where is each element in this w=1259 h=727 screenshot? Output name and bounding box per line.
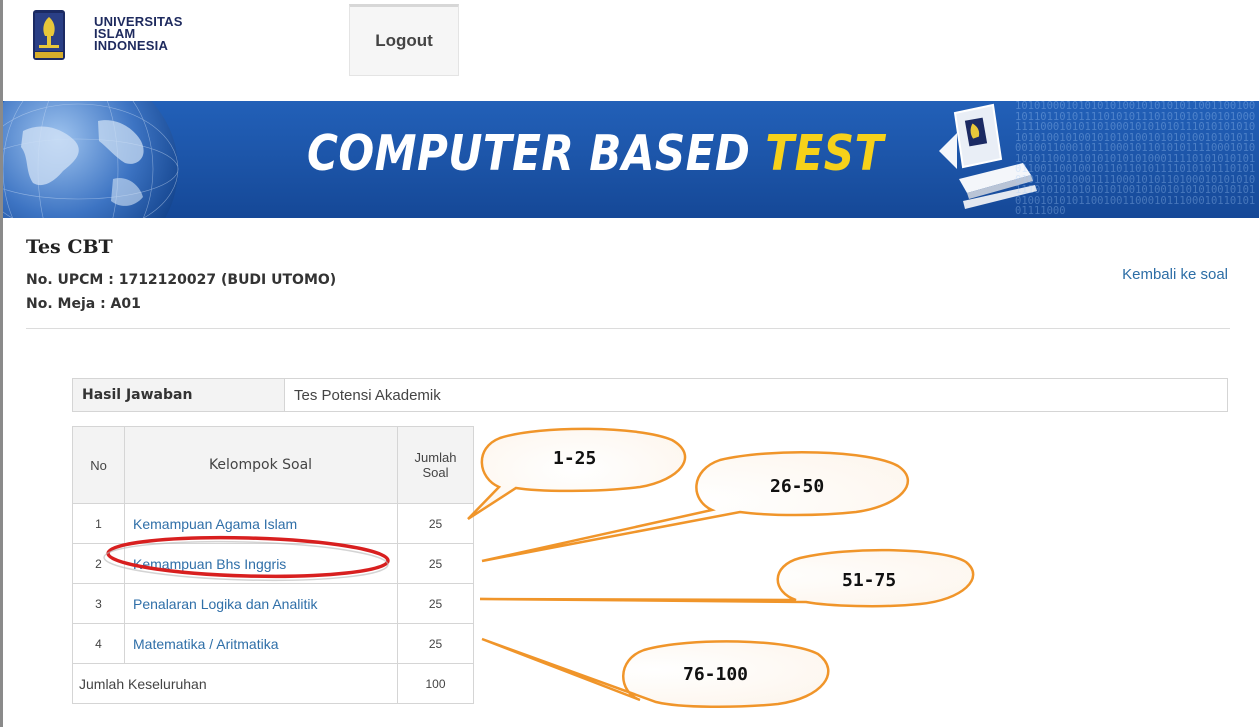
- header-jumlah: Jumlah Soal: [397, 426, 474, 504]
- question-group-table: No Kelompok Soal Jumlah Soal 1 Kemampuan…: [72, 426, 474, 704]
- hasil-jawaban-box: Hasil Jawaban Tes Potensi Akademik: [72, 378, 1228, 412]
- header-kelompok: Kelompok Soal: [124, 426, 398, 504]
- callout-label-4: 76-100: [683, 664, 749, 685]
- table-row: 1 Kemampuan Agama Islam 25: [72, 503, 474, 544]
- kelompok-link-matematika[interactable]: Matematika / Aritmatika: [133, 636, 279, 652]
- banner-title-highlight: TEST: [765, 125, 884, 182]
- header-jumlah-line2: Soal: [422, 465, 449, 480]
- row-jumlah: 25: [397, 623, 474, 664]
- back-to-questions-link[interactable]: Kembali ke soal: [1122, 266, 1228, 283]
- kelompok-link-penalaran[interactable]: Penalaran Logika dan Analitik: [133, 596, 317, 612]
- row-no: 4: [72, 623, 125, 664]
- university-logo: UNIVERSITAS ISLAM INDONESIA: [26, 6, 216, 66]
- table-total-row: Jumlah Keseluruhan 100: [72, 663, 474, 704]
- row-no: 2: [72, 543, 125, 584]
- callout-label-2: 26-50: [770, 476, 825, 497]
- row-kelompok: Matematika / Aritmatika: [124, 623, 398, 664]
- row-kelompok: Penalaran Logika dan Analitik: [124, 583, 398, 624]
- row-kelompok: Kemampuan Bhs Inggris: [124, 543, 398, 584]
- university-name: UNIVERSITAS ISLAM INDONESIA: [94, 15, 183, 53]
- callout-bubble-4: [481, 637, 830, 709]
- callout-bubble-3: [479, 548, 975, 608]
- globe-icon: [3, 101, 179, 218]
- cbt-banner: COMPUTER BASED TEST 10101000101010101001…: [3, 101, 1259, 218]
- row-kelompok: Kemampuan Agama Islam: [124, 503, 398, 544]
- banner-title: COMPUTER BASED TEST: [307, 125, 884, 182]
- binary-pattern: 1010100010101010100101010101100110010010…: [1015, 101, 1256, 217]
- total-value: 100: [397, 663, 474, 704]
- kelompok-link-inggris[interactable]: Kemampuan Bhs Inggris: [133, 556, 286, 572]
- uii-shield-icon: [33, 10, 65, 60]
- banner-title-main: COMPUTER BASED: [307, 125, 751, 182]
- divider: [26, 328, 1230, 329]
- hasil-value: Tes Potensi Akademik: [294, 386, 441, 404]
- row-jumlah: 25: [397, 543, 474, 584]
- row-no: 3: [72, 583, 125, 624]
- callout-label-3: 51-75: [842, 570, 897, 591]
- row-no: 1: [72, 503, 125, 544]
- row-jumlah: 25: [397, 503, 474, 544]
- table-header-row: No Kelompok Soal Jumlah Soal: [72, 426, 474, 504]
- hasil-label: Hasil Jawaban: [73, 379, 285, 411]
- total-label: Jumlah Keseluruhan: [72, 663, 398, 704]
- callout-bubble-1: [467, 427, 687, 521]
- table-row: 3 Penalaran Logika dan Analitik 25: [72, 583, 474, 624]
- page-title: Tes CBT: [26, 236, 113, 258]
- callout-label-1: 1-25: [553, 448, 597, 469]
- table-row: 4 Matematika / Aritmatika 25: [72, 623, 474, 664]
- logout-button[interactable]: Logout: [349, 4, 459, 76]
- kelompok-link-agama[interactable]: Kemampuan Agama Islam: [133, 516, 297, 532]
- no-meja-line: No. Meja : A01: [26, 296, 141, 312]
- logo-line-3: INDONESIA: [94, 38, 169, 53]
- header-no: No: [72, 426, 125, 504]
- no-upcm-line: No. UPCM : 1712120027 (BUDI UTOMO): [26, 272, 337, 288]
- row-jumlah: 25: [397, 583, 474, 624]
- callout-bubble-2: [481, 451, 910, 563]
- table-row: 2 Kemampuan Bhs Inggris 25: [72, 543, 474, 584]
- header-jumlah-line1: Jumlah: [414, 450, 457, 465]
